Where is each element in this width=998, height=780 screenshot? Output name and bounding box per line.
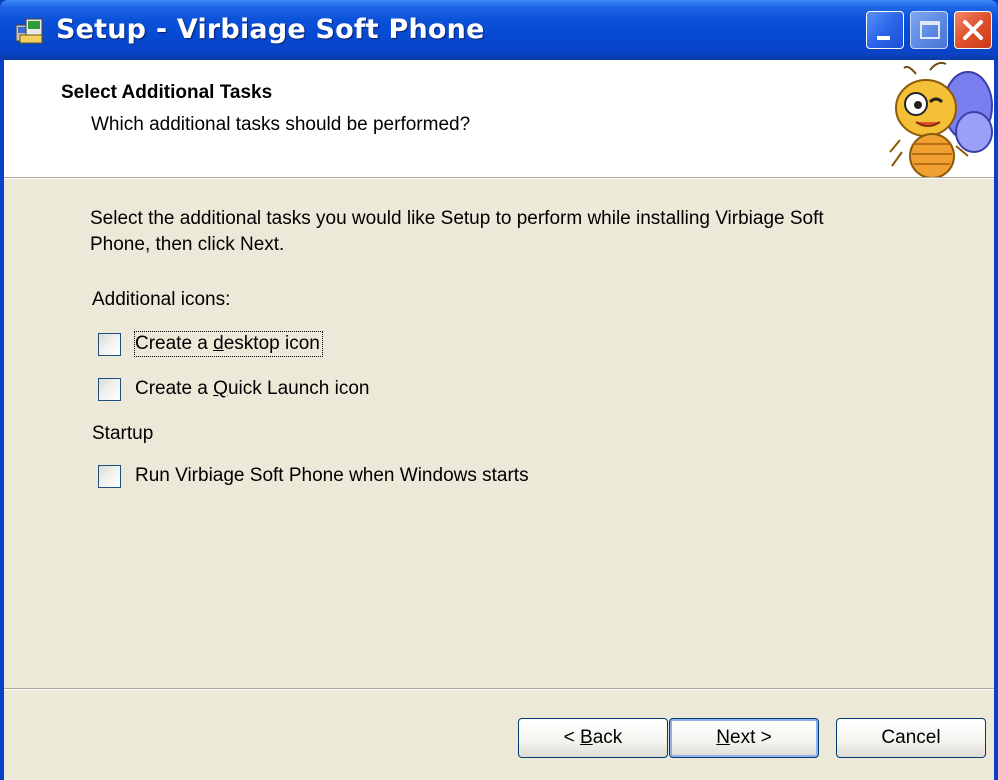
desktop-icon-checkbox[interactable] — [98, 333, 121, 356]
run-at-startup-checkbox[interactable] — [98, 465, 121, 488]
task-desktop-icon[interactable]: Create a desktop icon — [98, 331, 358, 358]
quick-launch-label[interactable]: Create a Quick Launch icon — [135, 377, 369, 401]
intro-text: Select the additional tasks you would li… — [90, 206, 950, 258]
quick-launch-checkbox[interactable] — [98, 378, 121, 401]
maximize-icon — [920, 21, 940, 39]
run-at-startup-label[interactable]: Run Virbiage Soft Phone when Windows sta… — [135, 464, 529, 488]
footer-divider — [4, 688, 994, 690]
bug-mascot-image — [889, 61, 993, 177]
task-quick-launch-icon[interactable]: Create a Quick Launch icon — [98, 377, 418, 403]
page-title: Select Additional Tasks — [61, 82, 273, 103]
header-divider — [4, 177, 994, 179]
cancel-button[interactable]: Cancel — [836, 718, 986, 758]
close-button[interactable] — [954, 11, 992, 49]
intro-line-2: Phone, then click Next. — [90, 234, 285, 255]
desktop-icon-label[interactable]: Create a desktop icon — [134, 331, 323, 357]
group-label-startup: Startup — [92, 423, 154, 444]
task-run-at-startup[interactable]: Run Virbiage Soft Phone when Windows sta… — [98, 464, 588, 490]
title-bar[interactable]: Setup - Virbiage Soft Phone — [0, 0, 998, 60]
setup-app-icon — [15, 18, 43, 44]
close-icon — [963, 20, 983, 40]
dialog-client-area: Select Additional Tasks Which additional… — [4, 60, 994, 780]
back-button[interactable]: < Back — [518, 718, 668, 758]
minimize-icon — [877, 36, 890, 40]
group-label-additional-icons: Additional icons: — [92, 289, 231, 310]
window-title: Setup - Virbiage Soft Phone — [56, 14, 485, 45]
next-button[interactable]: Next > — [669, 718, 819, 758]
setup-window: Setup - Virbiage Soft Phone Select Addit… — [0, 0, 998, 780]
wizard-header: Select Additional Tasks Which additional… — [4, 60, 994, 177]
intro-line-1: Select the additional tasks you would li… — [90, 208, 824, 229]
minimize-button[interactable] — [866, 11, 904, 49]
maximize-button — [910, 11, 948, 49]
page-subtitle: Which additional tasks should be perform… — [91, 114, 471, 135]
